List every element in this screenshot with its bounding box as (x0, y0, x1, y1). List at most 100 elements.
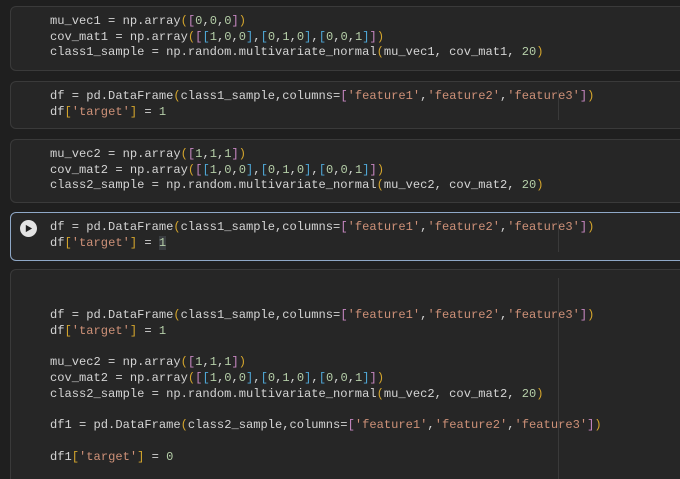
code-editor[interactable]: ​​df = pd.DataFrame(class1_sample,column… (50, 277, 602, 465)
code-cell-3[interactable]: mu_vec2 = np.array([1,1,1]) cov_mat2 = np… (10, 139, 680, 203)
code-editor[interactable]: mu_vec1 = np.array([0,0,0]) cov_mat1 = np… (50, 14, 544, 61)
paren: ) (238, 355, 247, 370)
number-literal: 0 (267, 162, 276, 177)
bracket: ] (231, 14, 239, 28)
code-text: df1 (50, 449, 72, 464)
code-text: df (50, 324, 65, 339)
string-literal: 'feature2' (427, 89, 501, 103)
code-text: mu_vec2 = np.array (50, 147, 181, 161)
code-line[interactable]: ​ (50, 403, 602, 419)
code-line[interactable]: mu_vec2 = np.array([1,1,1]) (50, 147, 544, 163)
number-literal: 1 (282, 162, 290, 177)
code-line[interactable]: df = pd.DataFrame(class1_sample,columns=… (50, 220, 594, 236)
code-cell-2[interactable]: df = pd.DataFrame(class1_sample,columns=… (10, 81, 680, 129)
bracket: ] (369, 29, 377, 44)
number-literal: 0 (224, 371, 232, 386)
code-text: class2_sample = np.random.multivariate_n… (50, 178, 377, 193)
number-literal: 0 (238, 29, 247, 44)
code-line[interactable]: df1 = pd.DataFrame(class2_sample,columns… (50, 418, 602, 434)
code-cell-1[interactable]: mu_vec1 = np.array([0,0,0]) cov_mat1 = np… (10, 6, 680, 71)
inner-bracket: [ (318, 162, 326, 177)
code-line[interactable]: class1_sample = np.random.multivariate_n… (50, 45, 544, 61)
number-literal: 1 (158, 324, 167, 339)
code-line[interactable]: df['target'] = 1 (50, 324, 602, 340)
code-editor[interactable]: mu_vec2 = np.array([1,1,1]) cov_mat2 = np… (50, 147, 544, 194)
code-text: class1_sample,columns= (180, 220, 341, 234)
string-literal: 'feature1' (347, 308, 421, 323)
number-literal: 1 (209, 147, 217, 161)
code-line[interactable]: df['target'] = 1 (50, 235, 594, 252)
string-literal: 'target' (71, 235, 130, 250)
code-text: class1_sample,columns= (180, 89, 341, 103)
play-icon (25, 224, 33, 233)
code-line[interactable]: df['target'] = 1 (50, 105, 594, 121)
code-line[interactable]: mu_vec2 = np.array([1,1,1]) (50, 355, 602, 371)
string-literal: 'feature3' (507, 89, 580, 103)
paren: ) (376, 371, 385, 386)
code-line[interactable]: ​ (50, 434, 602, 450)
inner-bracket: [ (318, 371, 326, 386)
code-text: , (347, 162, 356, 177)
code-line[interactable]: ​ (50, 340, 602, 356)
inner-bracket: [ (202, 371, 210, 386)
code-text: class2_sample = np.random.multivariate_n… (50, 386, 377, 401)
number-literal: 1 (209, 29, 217, 44)
code-text: df1 = pd.DataFrame (50, 418, 181, 433)
number-literal: 0 (224, 162, 232, 177)
inner-bracket: [ (260, 371, 268, 386)
number-literal: 1 (209, 371, 217, 386)
inner-bracket: ] (362, 29, 370, 44)
inner-bracket: [ (260, 162, 268, 177)
code-line[interactable]: df1['target'] = 0 (50, 450, 602, 466)
string-literal: 'feature2' (434, 418, 508, 433)
code-text: , (202, 14, 210, 28)
code-text: = (137, 104, 159, 119)
code-text: df (50, 235, 65, 250)
code-text: , (253, 162, 261, 177)
number-literal: 0 (209, 14, 217, 28)
code-text: , (289, 371, 297, 386)
code-line[interactable]: cov_mat2 = np.array([[1,0,0],[0,1,0],[0,… (50, 371, 602, 387)
paren: [ (64, 324, 72, 339)
paren: ) (376, 29, 385, 44)
code-text: = (137, 324, 159, 339)
number-literal: 0 (267, 371, 276, 386)
inner-bracket: [ (318, 29, 326, 44)
code-text: class1_sample = np.random.multivariate_n… (50, 45, 377, 60)
code-line[interactable]: ​ (50, 277, 602, 293)
paren: ) (536, 386, 544, 401)
bracket: [ (340, 308, 348, 323)
paren: [ (71, 449, 80, 464)
number-literal: 0 (340, 371, 348, 386)
paren: ( (180, 418, 188, 433)
paren: ) (587, 89, 595, 103)
number-literal: 0 (238, 371, 247, 386)
number-literal: 0 (238, 162, 247, 177)
number-literal: 0 (166, 449, 174, 464)
code-text: , (202, 147, 210, 161)
code-cell-5[interactable]: ​​df = pd.DataFrame(class1_sample,column… (10, 269, 680, 479)
paren: ( (376, 45, 384, 60)
inner-bracket: ] (362, 162, 370, 177)
inner-bracket: [ (202, 162, 210, 177)
code-text: , (289, 162, 297, 177)
paren: ( (173, 220, 181, 234)
code-line[interactable]: df = pd.DataFrame(class1_sample,columns=… (50, 89, 594, 105)
code-text: , (507, 418, 515, 433)
code-line[interactable]: ​ (50, 293, 602, 309)
inner-bracket: [ (202, 29, 210, 44)
code-text: , (253, 29, 261, 44)
code-line[interactable]: cov_mat1 = np.array([[1,0,0],[0,1,0],[0,… (50, 30, 544, 46)
code-text: , (231, 371, 239, 386)
string-literal: 'feature3' (514, 418, 588, 433)
code-cell-4-active[interactable]: df = pd.DataFrame(class1_sample,columns=… (10, 212, 680, 261)
code-line[interactable]: class2_sample = np.random.multivariate_n… (50, 178, 544, 194)
code-line[interactable]: class2_sample = np.random.multivariate_n… (50, 387, 602, 403)
code-line[interactable]: cov_mat2 = np.array([[1,0,0],[0,1,0],[0,… (50, 163, 544, 179)
code-text: df = pd.DataFrame (50, 308, 174, 323)
code-editor[interactable]: df = pd.DataFrame(class1_sample,columns=… (50, 220, 594, 251)
run-cell-button[interactable] (20, 220, 37, 237)
code-line[interactable]: df = pd.DataFrame(class1_sample,columns=… (50, 308, 602, 324)
code-line[interactable]: mu_vec1 = np.array([0,0,0]) (50, 14, 544, 30)
code-editor[interactable]: df = pd.DataFrame(class1_sample,columns=… (50, 89, 594, 120)
